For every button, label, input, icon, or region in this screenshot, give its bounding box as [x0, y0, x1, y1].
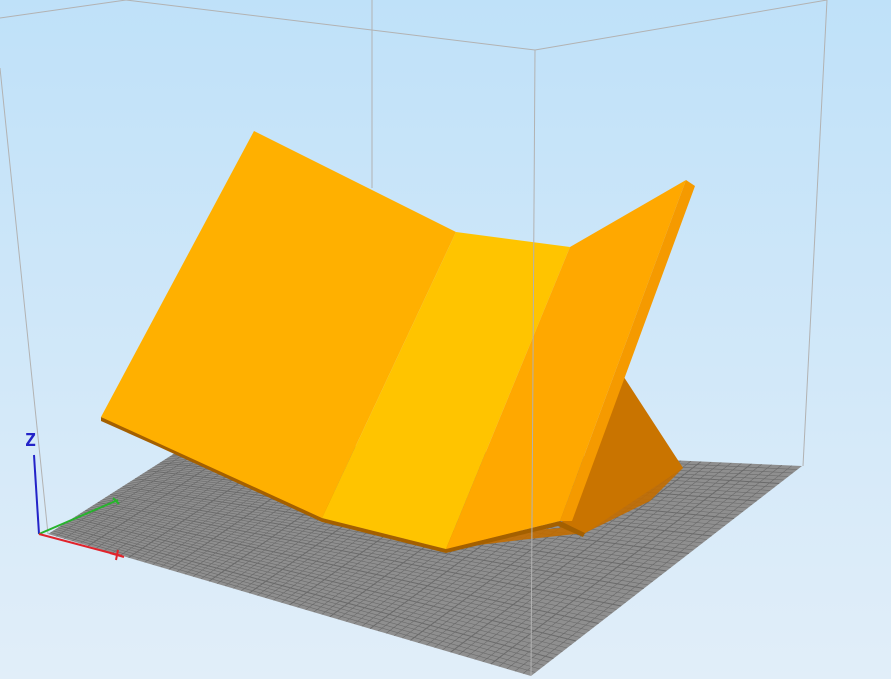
z-axis-label: Z	[25, 430, 36, 451]
3d-viewport[interactable]: Z	[0, 0, 891, 679]
scene-canvas[interactable]: Z	[0, 0, 891, 679]
